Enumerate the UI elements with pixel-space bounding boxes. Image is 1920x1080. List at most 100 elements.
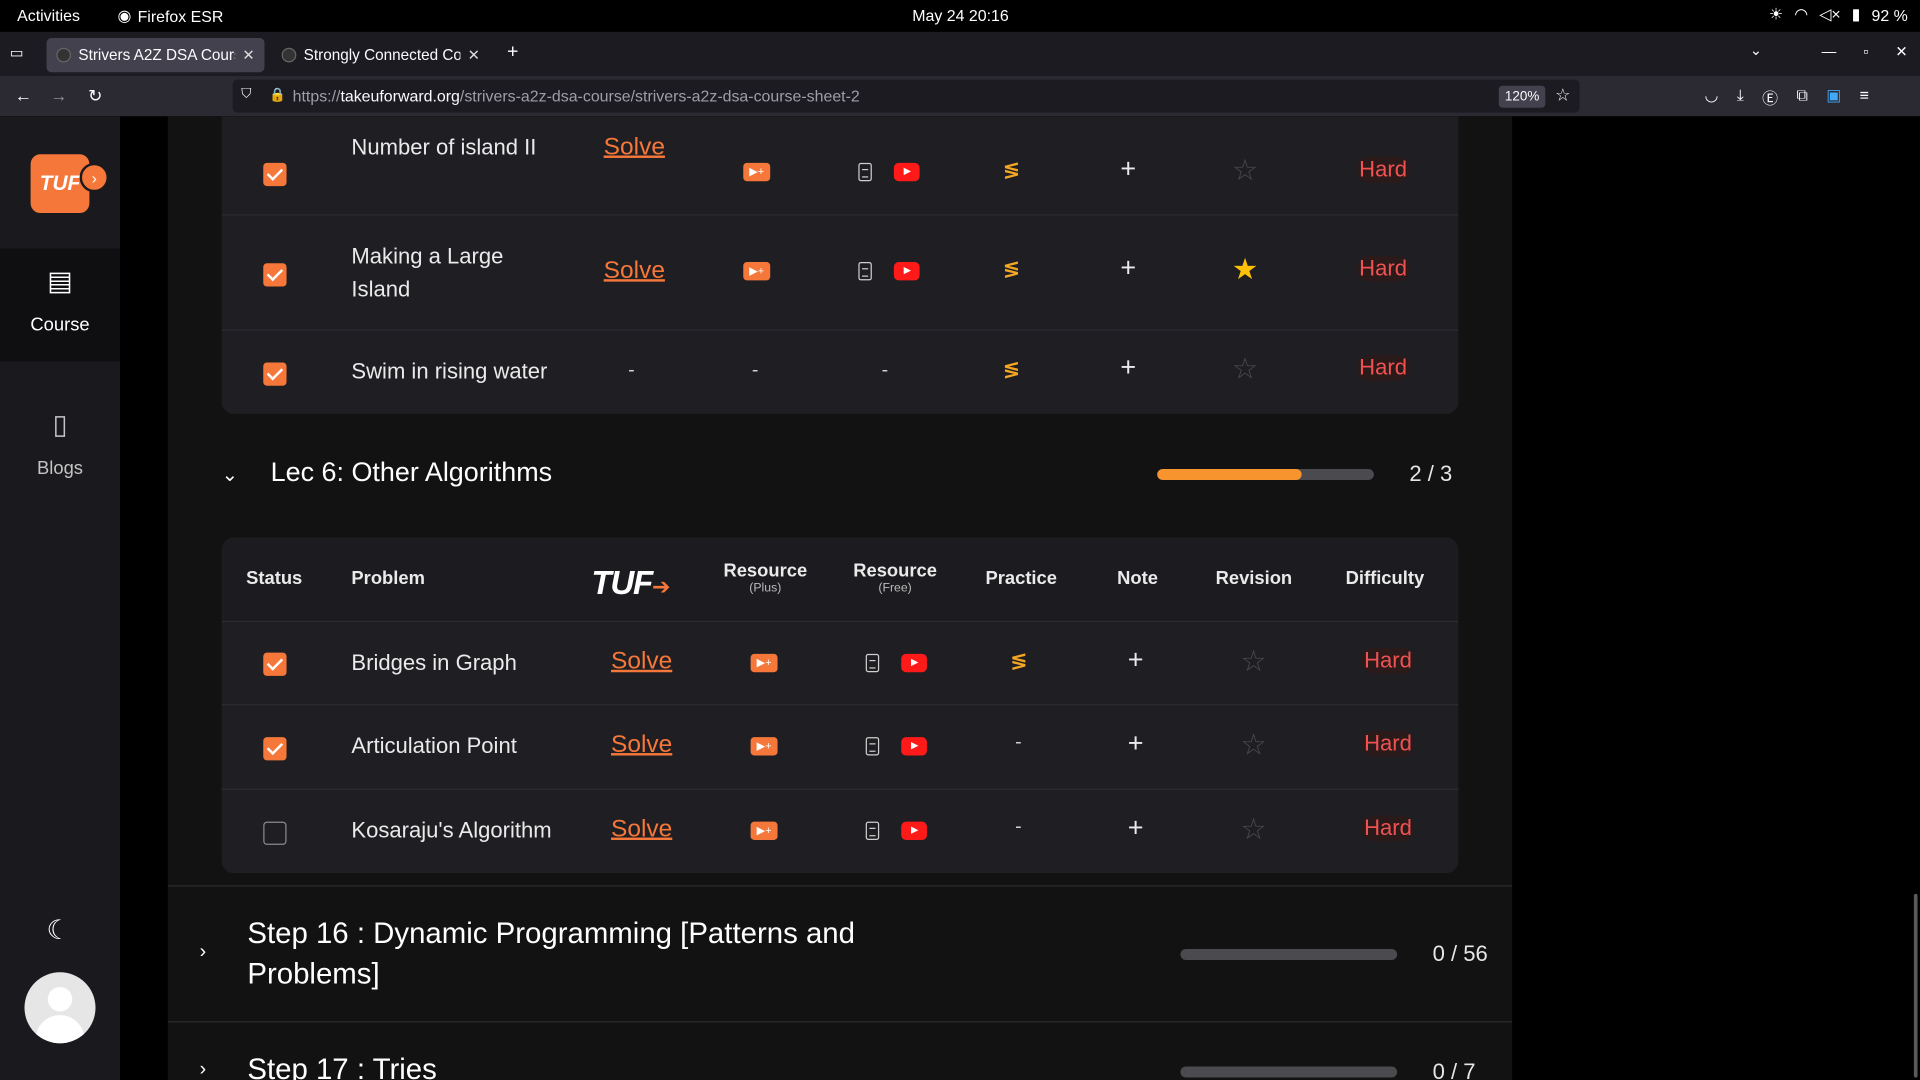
youtube-icon[interactable] (893, 262, 920, 281)
difficulty-badge: Hard (1361, 815, 1415, 842)
step-progress-bar (1180, 948, 1398, 961)
plus-video-icon[interactable]: ▶+ (743, 162, 771, 182)
youtube-icon[interactable] (901, 653, 927, 673)
extension-e-icon[interactable]: Ⓔ (1762, 86, 1778, 109)
reload-icon[interactable]: ↻ (88, 86, 102, 107)
status-checkbox[interactable] (263, 821, 287, 845)
status-checkbox[interactable] (263, 362, 287, 386)
revision-star-icon[interactable]: ☆ (1232, 351, 1258, 387)
close-window-icon[interactable]: ✕ (1895, 43, 1907, 60)
tab-strivers[interactable]: Strivers A2Z DSA Course/ ✕ (46, 37, 265, 73)
add-note-icon[interactable]: + (1128, 812, 1144, 844)
solve-link[interactable]: Solve (604, 133, 665, 161)
status-checkbox[interactable] (263, 162, 287, 187)
revision-star-icon[interactable]: ☆ (1240, 727, 1266, 763)
solve-link[interactable]: Solve (611, 731, 672, 759)
expand-chevron-icon[interactable]: › (200, 942, 207, 964)
youtube-icon[interactable] (901, 821, 927, 841)
status-checkbox[interactable] (263, 263, 287, 287)
youtube-icon[interactable] (901, 737, 927, 756)
sidebar-expand-chevron-icon[interactable]: › (79, 162, 109, 193)
sidebar-item-blogs[interactable]: ▯ Blogs (0, 392, 120, 490)
practice-leetcode-icon[interactable]: ≶ (1003, 257, 1020, 281)
revision-star-icon[interactable]: ☆ (1232, 153, 1258, 189)
app-menu[interactable]: ◉ Firefox ESR (118, 6, 224, 26)
add-note-icon[interactable]: + (1128, 727, 1144, 759)
step-progress-count: 0 / 56 (1432, 941, 1488, 967)
forward-icon[interactable]: → (50, 86, 67, 106)
table-row: Articulation Point Solve ▶+ - + ☆ Hard (221, 705, 1459, 790)
menu-icon[interactable]: ≡ (1860, 86, 1869, 109)
plus-video-icon[interactable]: ▶+ (750, 653, 778, 673)
add-note-icon[interactable]: + (1120, 252, 1136, 284)
step-16-header[interactable]: › Step 16 : Dynamic Programming [Pattern… (167, 885, 1513, 1021)
close-tab-icon[interactable]: ✕ (242, 47, 254, 64)
table-row: Number of island II Solve ▶+ ≶ + ☆ Hard (221, 116, 1459, 216)
maximize-icon[interactable]: ▫ (1863, 43, 1868, 60)
header-note: Note (1117, 568, 1158, 589)
step-17-header[interactable]: › Step 17 : Tries 0 / 7 (167, 1021, 1513, 1080)
status-checkbox[interactable] (263, 737, 287, 761)
header-status: Status (246, 568, 303, 589)
status-checkbox[interactable] (263, 652, 287, 676)
back-icon[interactable]: ← (15, 86, 32, 106)
article-icon[interactable] (858, 162, 872, 182)
lecture-header[interactable]: ⌄ Lec 6: Other Algorithms 2 / 3 (222, 453, 1459, 502)
expand-chevron-icon[interactable]: › (200, 1059, 207, 1080)
add-note-icon[interactable]: + (1120, 153, 1136, 185)
close-tab-icon[interactable]: ✕ (468, 47, 480, 64)
page-scrollbar[interactable] (1913, 893, 1918, 1078)
revision-star-icon[interactable]: ☆ (1240, 812, 1266, 848)
new-tab-button[interactable]: + (507, 42, 518, 64)
add-note-icon[interactable]: + (1120, 351, 1136, 383)
pocket-icon[interactable]: ◡ (1704, 86, 1718, 109)
minimize-icon[interactable]: — (1822, 43, 1837, 60)
tab-strip: ▭ Strivers A2Z DSA Course/ ✕ Strongly Co… (0, 31, 1920, 76)
tracking-shield-icon[interactable]: ⛉ (241, 87, 251, 103)
lecture-progress-bar (1157, 468, 1374, 481)
tab-strongly-connected[interactable]: Strongly Connected Com ✕ (272, 38, 490, 72)
extensions-icon[interactable]: ⧉ (1796, 86, 1807, 109)
difficulty-badge: Hard (1361, 647, 1415, 674)
plus-video-icon[interactable]: ▶+ (743, 262, 771, 281)
solve-link[interactable]: Solve (604, 257, 665, 285)
url-text[interactable]: https://takeuforward.org/strivers-a2z-ds… (293, 87, 860, 105)
extension-blue-icon[interactable]: ▣ (1826, 86, 1841, 109)
problem-table: Status Problem TUF➔ Resource (Plus) Resou… (221, 537, 1459, 874)
plus-video-icon[interactable]: ▶+ (750, 737, 778, 756)
article-icon[interactable] (865, 737, 880, 756)
avatar[interactable] (24, 972, 96, 1044)
collapse-chevron-icon[interactable]: ⌄ (222, 463, 238, 487)
system-tray[interactable]: ☀ ◠ ◁× ▮ 92 % (1769, 5, 1908, 25)
dark-mode-moon-icon[interactable]: ☾ (47, 915, 71, 947)
lock-icon[interactable]: 🔒 (269, 87, 286, 103)
practice-leetcode-icon[interactable]: ≶ (1010, 649, 1027, 673)
downloads-icon[interactable]: ⤓ (1737, 86, 1744, 109)
solve-link[interactable]: Solve (611, 648, 672, 676)
bookmark-icon: ▯ (52, 408, 68, 440)
article-icon[interactable] (865, 653, 880, 673)
url-bar[interactable]: ⛉ 🔒 https://takeuforward.org/strivers-a2… (232, 79, 1580, 113)
revision-star-icon[interactable]: ☆ (1240, 644, 1266, 680)
sidebar-item-course[interactable]: ▤ Course (0, 248, 121, 362)
practice-leetcode-icon[interactable]: ≶ (1003, 358, 1020, 382)
article-icon[interactable] (865, 821, 880, 841)
sidebar: TUF › ▤ Course ▯ Blogs ☾ (0, 116, 121, 1080)
header-practice: Practice (985, 568, 1057, 589)
youtube-icon[interactable] (893, 162, 920, 182)
clock[interactable]: May 24 20:16 (912, 6, 1008, 24)
wifi-icon: ◠ (1794, 4, 1809, 24)
bookmark-star-icon[interactable]: ☆ (1555, 84, 1570, 105)
window-controls: — ▫ ✕ (1822, 43, 1908, 60)
zoom-indicator[interactable]: 120% (1498, 85, 1546, 108)
revision-star-filled-icon[interactable]: ★ (1232, 252, 1258, 288)
firefox-view-icon[interactable]: ▭ (10, 44, 30, 64)
solve-link[interactable]: Solve (611, 816, 672, 844)
course-content: Number of island II Solve ▶+ ≶ + ☆ Hard … (167, 116, 1513, 1080)
article-icon[interactable] (858, 262, 872, 281)
activities-button[interactable]: Activities (17, 6, 80, 24)
add-note-icon[interactable]: + (1128, 644, 1144, 676)
practice-leetcode-icon[interactable]: ≶ (1003, 158, 1020, 182)
plus-video-icon[interactable]: ▶+ (750, 821, 778, 841)
list-all-tabs-icon[interactable]: ⌄ (1750, 42, 1762, 59)
